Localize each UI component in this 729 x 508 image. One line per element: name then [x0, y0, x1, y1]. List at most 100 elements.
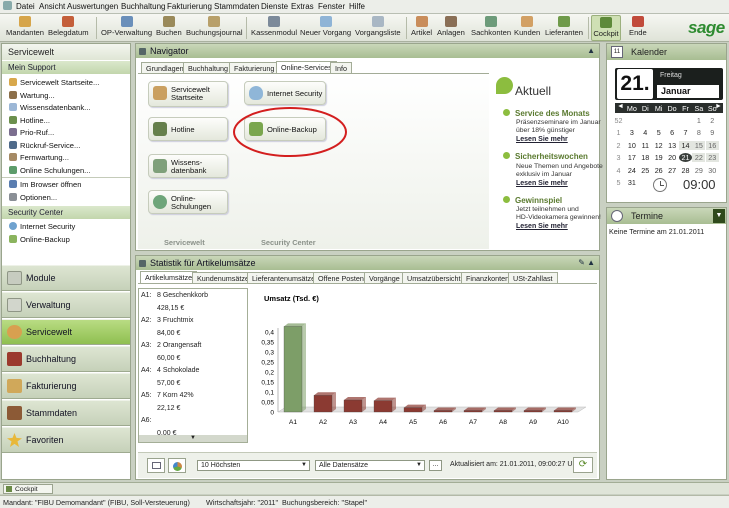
- termine-dropdown-icon[interactable]: ▼: [713, 209, 725, 223]
- tab-lieferantenumsaetze[interactable]: Lieferantenumsätze: [247, 272, 321, 283]
- tab-finanzkonten[interactable]: Finanzkonten: [461, 272, 515, 283]
- kunden-button[interactable]: Kunden: [514, 15, 540, 41]
- op-verwaltung-button[interactable]: OP-Verwaltung: [101, 15, 152, 41]
- calendar-day[interactable]: 5: [652, 128, 665, 137]
- tab-buchhaltung[interactable]: Buchhaltung: [183, 62, 233, 73]
- aktuell-more-link-2[interactable]: Lesen Sie mehr: [516, 180, 568, 187]
- calendar-day[interactable]: 18: [639, 153, 652, 162]
- link-internet-security[interactable]: Internet Security: [9, 222, 75, 231]
- calendar-day[interactable]: 22: [692, 153, 706, 163]
- anzahl-select[interactable]: 10 Höchsten ▼: [197, 460, 310, 471]
- nav-stammdaten[interactable]: Stammdaten: [2, 400, 130, 426]
- calendar-day[interactable]: 31: [625, 178, 638, 187]
- calendar-day[interactable]: 20: [666, 153, 679, 162]
- menu-extras[interactable]: Extras: [291, 2, 314, 11]
- cockpit-task-button[interactable]: Cockpit: [3, 484, 53, 494]
- calendar-day[interactable]: 23: [705, 153, 719, 163]
- nav-module[interactable]: Module: [2, 265, 130, 291]
- list-scroll-down[interactable]: ▼: [139, 435, 247, 442]
- vorgangsliste-button[interactable]: Vorgangsliste: [355, 15, 401, 41]
- tab-vorgaenge[interactable]: Vorgänge: [364, 272, 405, 283]
- datensaetze-select[interactable]: Alle Datensätze ▼: [315, 460, 425, 471]
- calendar-day[interactable]: 30: [706, 166, 719, 175]
- link-rueckruf[interactable]: Rückruf-Service...: [9, 141, 80, 150]
- collapse-icon[interactable]: ▲: [587, 46, 595, 55]
- menu-buchhaltung[interactable]: Buchhaltung: [121, 2, 165, 11]
- link-servicewelt-startseite[interactable]: Servicewelt Startseite...: [9, 78, 99, 87]
- buchungsjournal-button[interactable]: Buchungsjournal: [186, 15, 243, 41]
- calendar-day[interactable]: 12: [652, 141, 665, 150]
- calendar-day[interactable]: 27: [666, 166, 679, 175]
- lieferanten-button[interactable]: Lieferanten: [545, 15, 583, 41]
- tab-online-services[interactable]: Online-Services: [276, 61, 337, 73]
- calendar-day[interactable]: 16: [705, 140, 719, 150]
- menu-ansicht[interactable]: Ansicht: [39, 2, 65, 11]
- link-wissensdatenbank[interactable]: Wissensdatenbank...: [9, 103, 91, 112]
- prev-month-icon[interactable]: ◄: [617, 103, 624, 110]
- mandanten-button[interactable]: Mandanten: [6, 15, 44, 41]
- calendar-day[interactable]: 10: [625, 141, 638, 150]
- nav-favoriten[interactable]: Favoriten: [2, 427, 130, 453]
- nav-buchhaltung[interactable]: Buchhaltung: [2, 346, 130, 372]
- menu-auswertungen[interactable]: Auswertungen: [67, 2, 118, 11]
- calendar-day[interactable]: 7: [679, 128, 692, 137]
- link-online-schulungen[interactable]: Online Schulungen...: [9, 166, 91, 175]
- online-schulungen-button[interactable]: Online-Schulungen: [148, 190, 228, 214]
- calendar-day[interactable]: 13: [666, 141, 679, 150]
- calendar-day[interactable]: 25: [639, 166, 652, 175]
- link-wartung[interactable]: Wartung...: [9, 91, 55, 100]
- buchen-button[interactable]: Buchen: [156, 15, 182, 41]
- calendar-day[interactable]: 21: [679, 153, 692, 163]
- tab-offene-posten[interactable]: Offene Posten: [313, 272, 369, 283]
- tab-artikelumsaetze[interactable]: Artikelumsätze: [140, 271, 198, 283]
- app-icon[interactable]: [3, 1, 12, 10]
- tab-fakturierung[interactable]: Fakturierung: [229, 62, 280, 73]
- tab-ust-zahllast[interactable]: USt-Zahllast: [508, 272, 558, 283]
- tab-kundenumsaetze[interactable]: Kundenumsätze: [192, 272, 254, 283]
- hotline-button[interactable]: Hotline: [148, 117, 228, 141]
- artikel-list[interactable]: A1: 8 Geschenkkorb 428,15 € A2: 3 Frucht…: [138, 288, 248, 443]
- calendar-day[interactable]: 28: [679, 166, 692, 175]
- aktuell-more-link-1[interactable]: Lesen Sie mehr: [516, 136, 568, 143]
- more-button[interactable]: ...: [429, 460, 442, 471]
- calendar-day[interactable]: 11: [639, 141, 652, 150]
- link-optionen[interactable]: Optionen...: [9, 193, 57, 202]
- aktuell-more-link-3[interactable]: Lesen Sie mehr: [516, 223, 568, 230]
- link-im-browser-oeffnen[interactable]: Im Browser öffnen: [9, 180, 81, 189]
- calendar-day[interactable]: 1: [692, 116, 705, 125]
- calendar-day[interactable]: 29: [692, 166, 705, 175]
- belegdatum-button[interactable]: Belegdatum: [48, 15, 89, 41]
- menu-dienste[interactable]: Dienste: [261, 2, 288, 11]
- calendar-day[interactable]: 4: [639, 128, 652, 137]
- calendar-day[interactable]: 9: [706, 128, 719, 137]
- sachkonten-button[interactable]: Sachkonten: [471, 15, 511, 41]
- edit-icon[interactable]: ✎: [578, 258, 585, 267]
- nav-servicewelt[interactable]: Servicewelt: [2, 319, 130, 345]
- menu-fenster[interactable]: Fenster: [318, 2, 345, 11]
- calendar-day[interactable]: 15: [692, 140, 706, 150]
- calendar-day[interactable]: 2: [706, 116, 719, 125]
- calendar-day[interactable]: 8: [692, 128, 705, 137]
- menu-datei[interactable]: Datei: [16, 2, 35, 11]
- calendar-day[interactable]: 24: [625, 166, 638, 175]
- cockpit-button[interactable]: Cockpit: [591, 15, 621, 41]
- nav-fakturierung[interactable]: Fakturierung: [2, 373, 130, 399]
- nav-verwaltung[interactable]: Verwaltung: [2, 292, 130, 318]
- link-prio-ruf[interactable]: Prio-Ruf...: [9, 128, 54, 137]
- chart-view-button[interactable]: [168, 458, 186, 473]
- link-fernwartung[interactable]: Fernwartung...: [9, 153, 69, 162]
- calendar-day[interactable]: 14: [679, 140, 692, 150]
- kassenmodul-button[interactable]: Kassenmodul: [251, 15, 297, 41]
- artikel-button[interactable]: Artikel: [411, 15, 432, 41]
- tab-grundlagen[interactable]: Grundlagen: [141, 62, 189, 73]
- table-view-button[interactable]: [147, 458, 165, 473]
- calendar-day[interactable]: 3: [625, 128, 638, 137]
- calendar-day[interactable]: 26: [652, 166, 665, 175]
- internet-security-button[interactable]: Internet Security: [244, 81, 326, 105]
- tab-info[interactable]: Info: [330, 62, 352, 73]
- calendar-day[interactable]: 17: [625, 153, 638, 162]
- collapse-icon[interactable]: ▲: [587, 258, 595, 267]
- link-hotline[interactable]: Hotline...: [9, 116, 50, 125]
- anlagen-button[interactable]: Anlagen: [437, 15, 465, 41]
- wissensdatenbank-button[interactable]: Wissens-datenbank: [148, 154, 228, 178]
